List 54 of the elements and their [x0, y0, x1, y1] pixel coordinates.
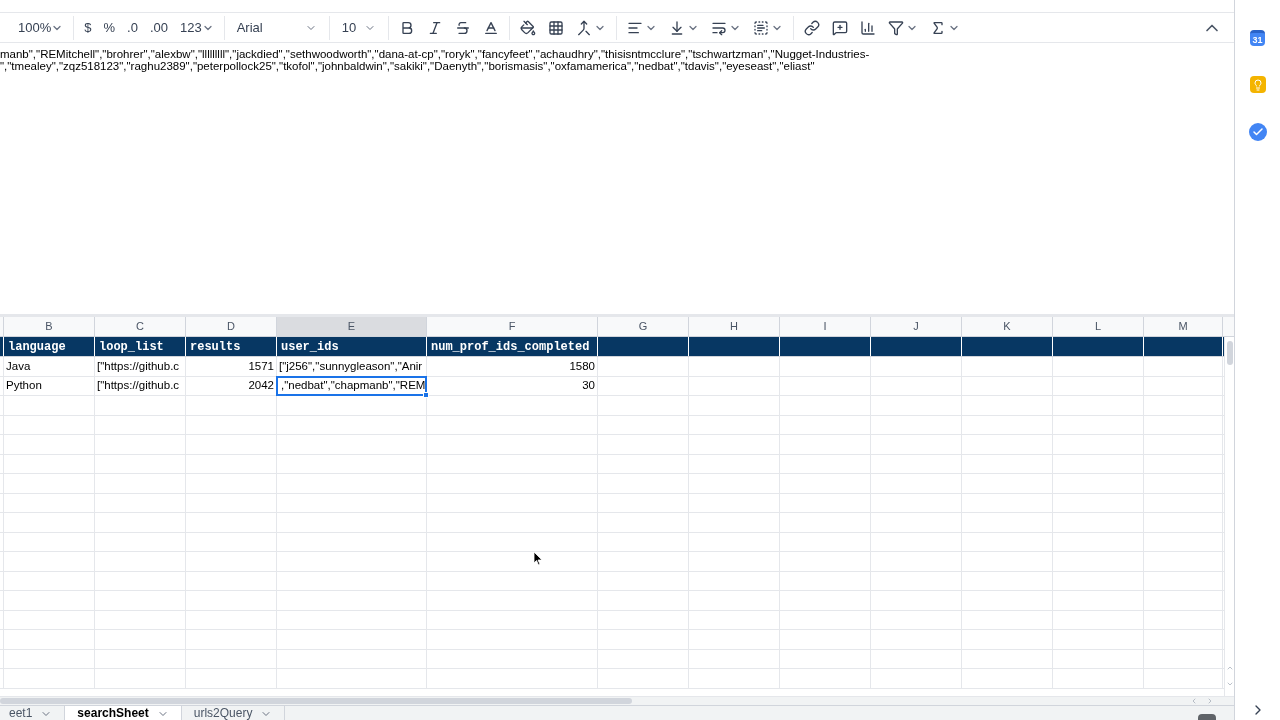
table-header-cell-text: user_ids — [281, 338, 339, 356]
table-cell[interactable]: 2042 — [185, 375, 277, 396]
percent-button[interactable]: % — [97, 13, 122, 42]
table-header-cell-text: loop_list — [99, 338, 164, 356]
borders-icon[interactable] — [547, 19, 564, 36]
column-header[interactable]: G — [598, 317, 689, 336]
table-cell[interactable]: ["https://github.c — [94, 375, 186, 396]
table-cell[interactable]: ,"nedbat","chapmanb","REM — [276, 375, 427, 396]
column-header[interactable]: C — [95, 317, 186, 336]
zoom-select[interactable]: 100% — [12, 13, 70, 42]
table-header-cell-text: results — [190, 338, 241, 356]
formula-text: manb","REMitchell","brohrer","alexbw","lllllllll","jackdied","sethwoodworth","dana-at-cp","roryk","fancyfeet","achaudhry","thisisntmcclure","tschwartzman","Nugget-Industries- — [0, 48, 870, 60]
column-header[interactable]: J — [871, 317, 962, 336]
currency-button[interactable]: $ — [78, 13, 98, 42]
column-header[interactable]: I — [780, 317, 871, 336]
table-header-cell-text: num_prof_ids_completed — [431, 338, 590, 356]
filter-icon[interactable] — [887, 19, 904, 36]
font-size-select[interactable]: 10 — [333, 13, 384, 42]
calendar-icon[interactable]: 31 — [1250, 30, 1265, 46]
font-select[interactable]: Arial — [228, 13, 325, 42]
column-header[interactable]: B — [4, 317, 95, 336]
column-header[interactable]: L — [1053, 317, 1144, 336]
comment-icon[interactable] — [831, 19, 848, 36]
check-icon[interactable] — [1248, 123, 1267, 141]
table-header-cell-text: language — [8, 338, 66, 356]
number-format-select[interactable]: 123 — [173, 13, 220, 42]
pointer-icon — [533, 551, 543, 566]
column-header[interactable]: F — [427, 317, 598, 336]
scrollbar-thumb[interactable] — [1226, 341, 1233, 365]
column-header[interactable]: M — [1144, 317, 1223, 336]
link-icon[interactable] — [803, 19, 820, 36]
table-cell[interactable]: 30 — [426, 375, 598, 396]
paint-bucket-icon[interactable] — [519, 19, 536, 36]
fill-handle[interactable] — [423, 392, 429, 398]
decrease-decimals-button[interactable]: .0 — [121, 13, 144, 42]
chart-icon[interactable] — [859, 19, 876, 36]
merge-icon[interactable] — [575, 19, 592, 36]
column-header[interactable]: H — [689, 317, 780, 336]
text-color-icon[interactable] — [482, 19, 499, 36]
sheet-tab[interactable]: searchSheet — [65, 706, 182, 720]
table-cell[interactable]: ["j256","sunnygleason","Anir — [276, 356, 427, 377]
explore-button[interactable] — [1198, 714, 1216, 720]
table-cell[interactable]: ["https://github.c — [94, 356, 186, 377]
sheet-tab[interactable]: urls2Query — [181, 706, 286, 720]
table-cell[interactable]: 1571 — [185, 356, 277, 377]
formula-text: ","tmealey","zqz518123","raghu2389","peterpollock25","tkofol","johnbaldwin","sakiki","Daenyth","borismasis","oxfamamerica","nedbat","tdavis","eyeseast","eliast" — [0, 60, 815, 72]
increase-decimals-button[interactable]: .00 — [143, 13, 174, 42]
column-header[interactable]: K — [962, 317, 1053, 336]
table-cell[interactable]: Python — [3, 375, 95, 396]
table-cell[interactable]: Java — [3, 356, 95, 377]
strikethrough-icon[interactable] — [454, 19, 471, 36]
horizontal-scrollbar-thumb[interactable] — [0, 698, 632, 704]
table-cell[interactable]: 1580 — [426, 356, 598, 377]
column-header[interactable]: E — [277, 317, 427, 336]
